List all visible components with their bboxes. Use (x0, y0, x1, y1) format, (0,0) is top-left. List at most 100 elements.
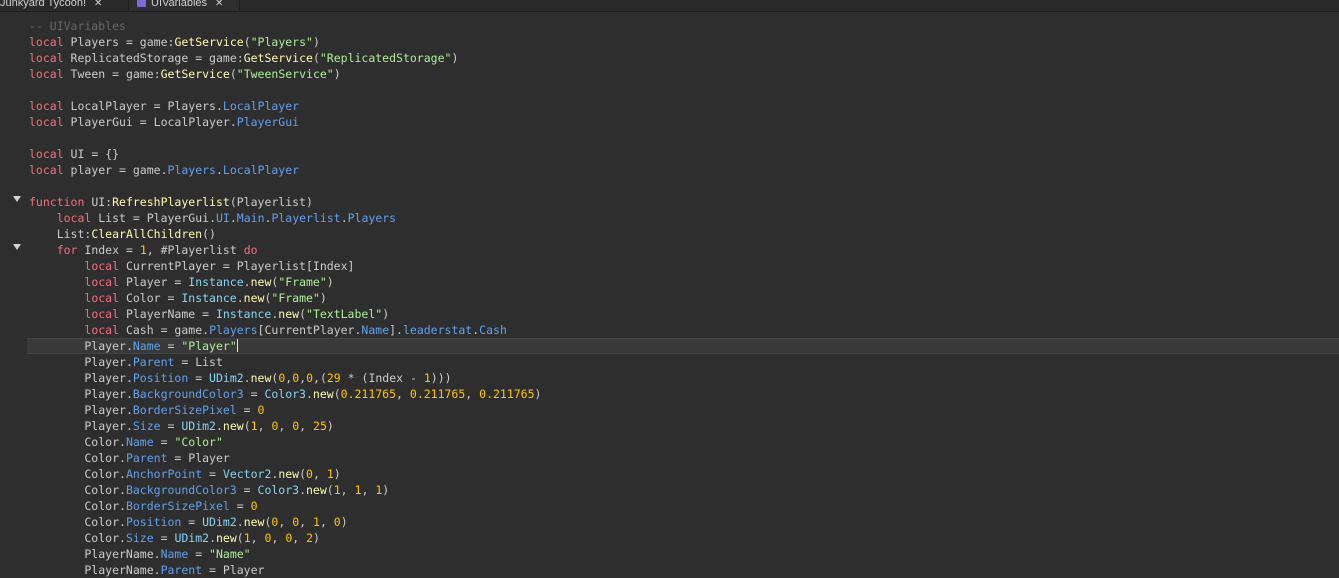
code-line[interactable]: Color.BackgroundColor3 = Color3.new(1, 1… (29, 482, 1339, 498)
code-token: . (160, 163, 168, 177)
code-token: , (278, 515, 293, 529)
code-token: . (229, 211, 237, 225)
code-line[interactable]: Color.BorderSizePixel = 0 (29, 498, 1339, 514)
code-token: ) (326, 419, 334, 433)
code-token: CurrentPlayer (119, 259, 223, 273)
code-line[interactable]: local LocalPlayer = Players.LocalPlayer (29, 98, 1339, 114)
code-line[interactable]: Color.Name = "Color" (29, 434, 1339, 450)
code-token: Name (132, 339, 161, 353)
code-token: UI (63, 147, 92, 161)
code-token: game (167, 323, 203, 337)
code-token: . (215, 99, 223, 113)
code-line[interactable]: Color.AnchorPoint = Vector2.new(0, 1) (29, 466, 1339, 482)
code-token: Size (132, 419, 161, 433)
code-token: , (250, 531, 265, 545)
code-token: . (153, 547, 161, 561)
code-line[interactable]: Player.Parent = List (29, 354, 1339, 370)
code-line[interactable]: local UI = {} (29, 146, 1339, 162)
code-token: local (56, 211, 92, 225)
code-token: = (188, 371, 203, 385)
code-token: Cash (119, 323, 161, 337)
code-line[interactable]: local PlayerName = Instance.new("TextLab… (29, 306, 1339, 322)
code-token: local (84, 323, 120, 337)
code-token: function (29, 195, 85, 209)
code-line[interactable]: PlayerName.Name = "Name" (29, 546, 1339, 562)
code-token: ( (299, 467, 307, 481)
code-line[interactable] (29, 130, 1339, 146)
code-token: LocalPlayer (146, 115, 230, 129)
code-token: PlayerGui (63, 115, 140, 129)
code-token: ( (312, 51, 320, 65)
code-token: Vector2 (215, 467, 272, 481)
code-line[interactable]: Player.Position = UDim2.new(0,0,0,(29 * … (29, 370, 1339, 386)
code-token: = (139, 115, 147, 129)
code-line[interactable]: PlayerName.Parent = Player (29, 562, 1339, 578)
code-line[interactable]: Color.Size = UDim2.new(1, 0, 0, 2) (29, 530, 1339, 546)
code-line[interactable]: local player = game.Players.LocalPlayer (29, 162, 1339, 178)
code-line[interactable]: function UI:RefreshPlayerlist(Playerlist… (29, 194, 1339, 210)
code-line[interactable]: Player.Size = UDim2.new(1, 0, 0, 25) (29, 418, 1339, 434)
code-token: = (112, 67, 120, 81)
code-line[interactable]: local PlayerGui = LocalPlayer.PlayerGui (29, 114, 1339, 130)
code-token: LocalPlayer (222, 99, 300, 113)
code-token: ) (312, 35, 320, 49)
code-token: , (257, 419, 272, 433)
code-line[interactable]: List:ClearAllChildren() (29, 226, 1339, 242)
code-token: = (202, 563, 216, 577)
code-line[interactable]: Player.BorderSizePixel = 0 (29, 402, 1339, 418)
close-icon[interactable]: ✕ (94, 0, 102, 9)
code-token: "Color" (167, 435, 223, 449)
code-line[interactable]: for Index = 1, #Playerlist do (29, 242, 1339, 258)
code-line[interactable]: -- UIVariables (29, 18, 1339, 34)
code-token: = (174, 355, 189, 369)
code-token: "Frame" (271, 291, 320, 305)
code-line[interactable]: local ReplicatedStorage = game:GetServic… (29, 50, 1339, 66)
code-editor[interactable]: -- UIVariables local Players = game:GetSe… (0, 18, 1339, 578)
code-token: local (29, 51, 64, 65)
code-line[interactable]: Color.Parent = Player (29, 450, 1339, 466)
code-token: . (119, 515, 126, 529)
code-token: RefreshPlayerlist (112, 195, 230, 209)
code-line[interactable]: local Color = Instance.new("Frame") (29, 290, 1339, 306)
code-token: ,( (313, 371, 327, 385)
code-token: = (229, 499, 244, 513)
code-token: . (215, 163, 223, 177)
code-token: Parent (160, 563, 203, 577)
code-token: . (125, 387, 133, 401)
code-token: game (202, 51, 237, 65)
code-token: 0 (306, 467, 313, 481)
code-token: , (271, 531, 286, 545)
code-token: PlayerGui (236, 115, 300, 129)
code-token: local (29, 115, 64, 129)
code-line[interactable]: local Player = Instance.new("Frame") (29, 274, 1339, 290)
code-line[interactable]: local CurrentPlayer = Playerlist[Index] (29, 258, 1339, 274)
code-line[interactable]: Player.Name = "Player" (27, 338, 1339, 354)
code-token: Players (347, 211, 397, 225)
code-token: . (119, 499, 126, 513)
tab-label: Junkyard Tycoon! (0, 0, 87, 9)
code-line[interactable]: local Tween = game:GetService("TweenServ… (29, 66, 1339, 82)
code-line[interactable]: Player.BackgroundColor3 = Color3.new(0.2… (29, 386, 1339, 402)
code-token: Players (167, 163, 216, 177)
code-line[interactable] (29, 82, 1339, 98)
code-token: #Playerlist (153, 243, 244, 257)
code-line[interactable]: local Cash = game.Players[CurrentPlayer.… (29, 322, 1339, 338)
code-line[interactable]: local Players = game:GetService("Players… (29, 34, 1339, 50)
code-line[interactable]: local List = PlayerGui.UI.Main.Playerlis… (29, 210, 1339, 226)
code-line[interactable]: Color.Position = UDim2.new(0, 0, 1, 0) (29, 514, 1339, 530)
code-token: do (243, 243, 258, 257)
code-token: ReplicatedStorage (63, 51, 196, 65)
tab-uivariables[interactable]: UIVariables ✕ (128, 0, 240, 10)
code-token: game (119, 67, 154, 81)
code-token: Player (215, 563, 265, 577)
close-icon[interactable]: ✕ (215, 0, 223, 9)
code-token: = (188, 547, 203, 561)
code-token: 0.211765 (340, 387, 397, 401)
code-line[interactable] (29, 178, 1339, 194)
code-token: ( (299, 307, 307, 321)
code-token: "TweenService" (236, 67, 334, 81)
code-token: UI (84, 195, 106, 209)
tab-junkyard-tycoon[interactable]: Junkyard Tycoon! ✕ (0, 0, 128, 10)
code-token: 1 (313, 515, 320, 529)
code-token: Tween (63, 67, 113, 81)
